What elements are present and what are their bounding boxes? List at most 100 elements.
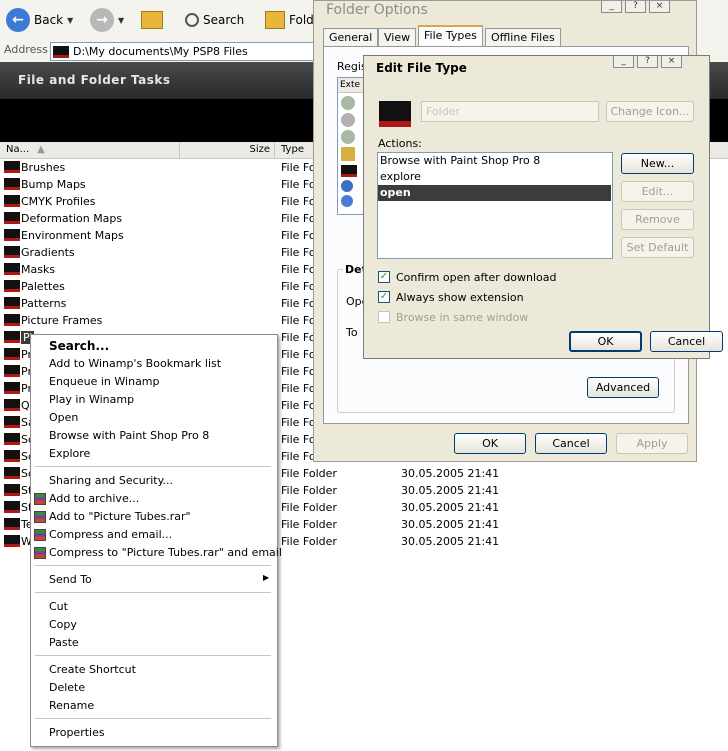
menu-item-add-archive[interactable]: Add to archive... (49, 492, 139, 505)
close-button[interactable]: × (661, 56, 682, 68)
edit-file-type-ok-button[interactable]: OK (569, 331, 642, 352)
menu-item-delete[interactable]: Delete (49, 681, 85, 694)
folders-button[interactable]: Fold (265, 6, 314, 34)
help-button[interactable]: ? (625, 1, 646, 13)
menu-item-create-shortcut[interactable]: Create Shortcut (49, 663, 136, 676)
menu-item-properties[interactable]: Properties (49, 726, 105, 739)
file-date: 30.05.2005 21:41 (401, 501, 500, 514)
file-type: File Fo (281, 297, 316, 310)
file-type: File Fo (281, 331, 316, 344)
file-name: Patterns (21, 297, 67, 310)
menu-item-sharing[interactable]: Sharing and Security... (49, 474, 173, 487)
file-type: File Fo (281, 161, 316, 174)
folder-icon (4, 212, 20, 224)
menu-item-compress-rar-email[interactable]: Compress to "Picture Tubes.rar" and emai… (49, 546, 282, 559)
up-folder-button[interactable] (141, 6, 163, 34)
file-name: Picture Frames (21, 314, 103, 327)
menu-item-copy[interactable]: Copy (49, 618, 77, 631)
menu-item-send-to[interactable]: Send To (49, 573, 92, 586)
confirm-open-label: Confirm open after download (396, 271, 557, 284)
menu-item-play-winamp[interactable]: Play in Winamp (49, 393, 134, 406)
menu-item-search[interactable]: Search... (49, 339, 109, 353)
ie-icon (341, 180, 353, 192)
set-default-button[interactable]: Set Default (621, 237, 694, 258)
cd-icon (341, 96, 355, 110)
file-name: Palettes (21, 280, 65, 293)
change-icon-button[interactable]: Change Icon... (606, 101, 694, 122)
file-name: Masks (21, 263, 56, 276)
edit-label: Edit... (641, 185, 674, 198)
menu-item-winamp-bookmark[interactable]: Add to Winamp's Bookmark list (49, 357, 221, 370)
action-item-browse-psp[interactable]: Browse with Paint Shop Pro 8 (378, 153, 612, 169)
edit-action-button[interactable]: Edit... (621, 181, 694, 202)
folder-options-title: Folder Options (326, 2, 428, 18)
file-type: File Fo (281, 195, 316, 208)
folder-icon (4, 263, 20, 275)
help-button[interactable]: ? (637, 56, 658, 68)
chevron-down-icon[interactable]: ▼ (118, 16, 124, 25)
edit-file-type-cancel-button[interactable]: Cancel (650, 331, 723, 352)
minimize-button[interactable]: _ (613, 56, 634, 68)
file-type: File Folder (281, 535, 337, 548)
apply-button[interactable]: Apply (616, 433, 688, 454)
tab-file-types[interactable]: File Types (418, 25, 483, 47)
folder-options-ok-button[interactable]: OK (454, 433, 526, 454)
column-name-label: Na... (6, 144, 30, 155)
actions-list[interactable]: Browse with Paint Shop Pro 8 explore ope… (377, 152, 613, 259)
folder-icon (4, 433, 20, 445)
set-default-label: Set Default (626, 241, 689, 254)
menu-item-browse-psp[interactable]: Browse with Paint Shop Pro 8 (49, 429, 209, 442)
confirm-open-checkbox[interactable]: ✓ (378, 271, 390, 283)
file-type: File Fo (281, 280, 316, 293)
always-show-extension-checkbox[interactable]: ✓ (378, 291, 390, 303)
menu-item-compress-email[interactable]: Compress and email... (49, 528, 172, 541)
tab-offline-files[interactable]: Offline Files (485, 28, 561, 46)
tab-view[interactable]: View (378, 28, 417, 46)
folder-icon (4, 246, 20, 258)
advanced-button[interactable]: Advanced (587, 377, 659, 398)
forward-button[interactable]: → ▼ (90, 6, 124, 34)
file-type: File Fo (281, 433, 316, 446)
menu-item-rename[interactable]: Rename (49, 699, 94, 712)
menu-separator (35, 718, 271, 719)
minimize-button[interactable]: _ (601, 1, 622, 13)
cancel-label: Cancel (552, 437, 590, 450)
action-item-explore[interactable]: explore (378, 169, 612, 185)
menu-item-add-rar[interactable]: Add to "Picture Tubes.rar" (49, 510, 191, 523)
file-type: File Fo (281, 348, 316, 361)
column-size[interactable]: Size (180, 142, 275, 158)
apply-label: Apply (636, 437, 668, 450)
search-button[interactable]: Search (185, 6, 244, 34)
tab-general[interactable]: General (323, 28, 379, 46)
file-type-name-value: Folder (426, 105, 460, 118)
file-name: Environment Maps (21, 229, 124, 242)
menu-item-cut[interactable]: Cut (49, 600, 68, 613)
winrar-icon (34, 493, 46, 505)
menu-item-paste[interactable]: Paste (49, 636, 79, 649)
file-type: File Fo (281, 212, 316, 225)
menu-item-open[interactable]: Open (49, 411, 78, 424)
chevron-down-icon[interactable]: ▼ (67, 16, 73, 25)
menu-item-enqueue-winamp[interactable]: Enqueue in Winamp (49, 375, 160, 388)
action-item-open[interactable]: open (378, 185, 611, 201)
column-size-label: Size (249, 144, 270, 155)
cd-icon (341, 130, 355, 144)
forward-arrow-icon: → (90, 8, 114, 32)
remove-action-button[interactable]: Remove (621, 209, 694, 230)
file-type-name-input[interactable]: Folder (421, 101, 599, 122)
folder-icon (4, 195, 20, 207)
folder-icon (4, 178, 20, 190)
ok-label: OK (597, 335, 614, 348)
browse-same-window-checkbox[interactable] (378, 311, 390, 323)
new-action-button[interactable]: New... (621, 153, 694, 174)
file-type: File Folder (281, 467, 337, 480)
sort-up-icon: ▲ (37, 144, 45, 155)
folder-options-cancel-button[interactable]: Cancel (535, 433, 607, 454)
close-button[interactable]: × (649, 1, 670, 13)
column-name[interactable]: Na... ▲ (0, 142, 180, 158)
cancel-label: Cancel (667, 335, 706, 348)
menu-item-explore[interactable]: Explore (49, 447, 90, 460)
drive-icon (341, 113, 355, 127)
to-label: To (346, 326, 358, 339)
back-button[interactable]: ← Back ▼ (6, 6, 73, 34)
